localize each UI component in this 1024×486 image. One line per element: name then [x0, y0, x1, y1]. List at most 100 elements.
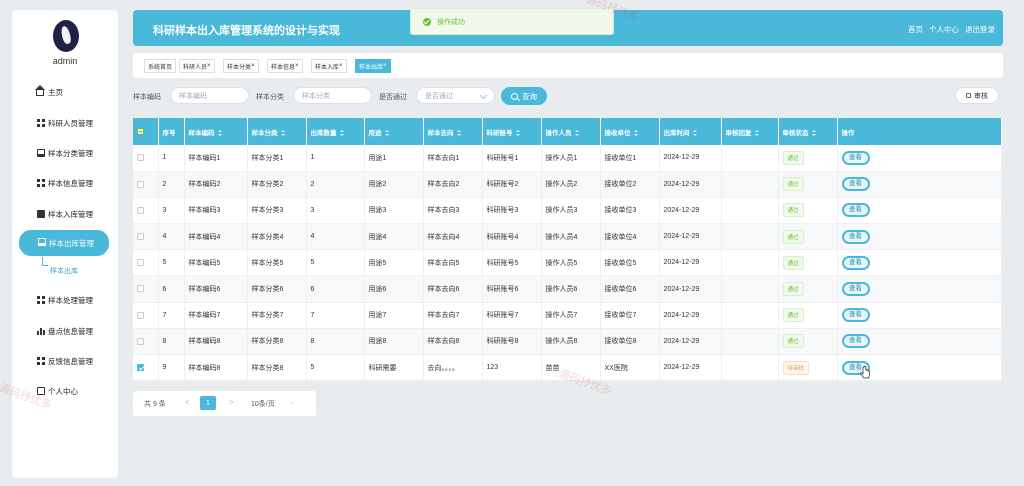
table-row[interactable]: 1 样本编码1 样本分类1 1 用途1 样本去向1 科研账号1 操作人员1 接收单位1 2024-… — [133, 145, 1002, 172]
row-checkbox[interactable] — [137, 363, 144, 371]
sort-icon[interactable] — [811, 129, 816, 136]
view-button[interactable]: 查看 — [841, 255, 870, 270]
prev-page-icon[interactable]: < — [185, 398, 190, 407]
row-select[interactable] — [133, 354, 159, 382]
sort-icon[interactable] — [633, 129, 638, 136]
table-row[interactable]: 6 样本编码6 样本分类6 6 用途6 样本去向6 科研账号6 操作人员6 接收单位6 2024-… — [133, 275, 1002, 303]
tab-inbound[interactable]: 样本入库 × — [311, 59, 347, 73]
row-checkbox[interactable] — [137, 337, 144, 345]
row-checkbox[interactable] — [137, 259, 144, 267]
close-icon[interactable]: × — [383, 63, 387, 69]
row-checkbox[interactable] — [137, 206, 144, 214]
sort-icon[interactable] — [217, 129, 222, 136]
table-row[interactable]: 7 样本编码7 样本分类7 7 用途7 样本去向7 科研账号7 操作人员7 接收单位7 2024-… — [133, 302, 1002, 329]
table-row[interactable]: 3 样本编码3 样本分类3 3 用途3 样本去向3 科研账号3 操作人员3 接收单位3 2024-… — [133, 197, 1002, 225]
next-page-icon[interactable]: > — [229, 398, 234, 407]
logout-link[interactable]: 退出登录 — [965, 24, 995, 35]
column-header[interactable]: 科研账号 — [482, 118, 542, 145]
row-select[interactable] — [133, 171, 159, 198]
select-all-checkbox[interactable] — [137, 127, 144, 135]
view-button[interactable]: 查看 — [841, 150, 870, 165]
code-input[interactable]: 样本编码 — [170, 87, 249, 104]
sort-icon[interactable] — [574, 129, 579, 136]
row-select[interactable] — [133, 302, 159, 329]
pass-select-value: 是否通过 — [425, 92, 453, 100]
column-header[interactable]: 出库数量 — [306, 118, 365, 145]
table-row[interactable]: 4 样本编码4 样本分类4 4 用途4 样本去向4 科研账号4 操作人员4 接收单位4 2024-… — [133, 223, 1002, 251]
table-row[interactable]: 2 样本编码2 样本分类2 2 用途2 样本去向2 科研账号2 操作人员2 接收单位2 2024-… — [133, 171, 1002, 198]
select-all[interactable] — [133, 118, 159, 145]
table-row[interactable]: 9 样本编码8 样本分类8 5 科研需要 去向。。。。 123 苗苗 XX医院 2024-12-2… — [133, 354, 1002, 382]
sidebar-item-inbound[interactable]: 样本入库管理 — [18, 202, 110, 226]
column-header[interactable]: 样本编码 — [184, 118, 248, 145]
table-row[interactable]: 8 样本编码8 样本分类8 8 用途8 样本去向8 科研账号8 操作人员8 接收单位8 2024-… — [133, 328, 1002, 356]
column-header[interactable]: 操作人员 — [541, 118, 601, 145]
row-select[interactable] — [133, 197, 159, 225]
sort-icon[interactable] — [515, 129, 520, 136]
sidebar-item-home[interactable]: 主页 — [18, 80, 110, 104]
sort-icon[interactable] — [754, 129, 759, 136]
row-checkbox[interactable] — [137, 311, 144, 319]
column-header[interactable]: 审核回复 — [721, 118, 779, 145]
row-checkbox[interactable] — [137, 285, 144, 293]
sort-icon[interactable] — [692, 129, 697, 136]
sidebar-item-category[interactable]: 样本分类管理 — [18, 141, 110, 165]
cell-code: 样本编码7 — [184, 302, 248, 329]
column-header[interactable]: 接收单位 — [600, 118, 660, 145]
row-checkbox[interactable] — [137, 154, 144, 162]
view-button[interactable]: 查看 — [841, 203, 870, 218]
close-icon[interactable]: × — [251, 63, 255, 69]
cell-use: 用途1 — [364, 145, 424, 172]
view-button[interactable]: 查看 — [841, 282, 870, 297]
chevron-down-icon[interactable]: ⌄ — [289, 399, 294, 406]
sidebar-item-processing[interactable]: 样本处理管理 — [18, 288, 110, 312]
tab-researcher[interactable]: 科研人员 × — [179, 59, 215, 73]
close-icon[interactable]: × — [207, 63, 211, 69]
sidebar-item-profile[interactable]: 个人中心 — [18, 379, 110, 403]
sidebar-item-feedback[interactable]: 反馈信息管理 — [18, 349, 110, 373]
row-checkbox[interactable] — [137, 180, 144, 188]
sidebar-item-researcher[interactable]: 科研人员管理 — [18, 111, 110, 135]
close-icon[interactable]: × — [339, 63, 343, 69]
cell-op: 操作人员4 — [541, 223, 601, 251]
pass-select[interactable]: 是否通过 — [416, 87, 495, 104]
row-select[interactable] — [133, 145, 159, 172]
sidebar-item-inventory[interactable]: 盘点信息管理 — [18, 319, 110, 343]
column-header[interactable]: 用途 — [364, 118, 424, 145]
sort-icon[interactable] — [280, 129, 285, 136]
tab-home[interactable]: 系统首页 — [144, 59, 177, 73]
view-button[interactable]: 查看 — [841, 229, 870, 244]
tab-outbound[interactable]: 样本出库 × — [355, 59, 391, 73]
profile-link[interactable]: 个人中心 — [929, 24, 959, 35]
page-size-select[interactable]: 10条/页 — [251, 399, 275, 409]
column-header[interactable]: 样本去向 — [423, 118, 483, 145]
close-icon[interactable]: × — [295, 63, 299, 69]
tab-sample-info[interactable]: 样本信息 × — [267, 59, 303, 73]
row-select[interactable] — [133, 328, 159, 356]
tab-category[interactable]: 样本分类 × — [223, 59, 259, 73]
query-button[interactable]: 查询 — [501, 87, 547, 105]
view-button[interactable]: 查看 — [841, 177, 870, 192]
sidebar-item-outbound[interactable]: 样本出库管理 — [19, 230, 109, 256]
row-select[interactable] — [133, 223, 159, 251]
current-page[interactable]: 1 — [200, 396, 216, 410]
sort-icon[interactable] — [456, 129, 461, 136]
view-button[interactable]: 查看 — [841, 334, 870, 349]
column-header[interactable]: 审核状态 — [778, 118, 838, 145]
sidebar-subitem-outbound[interactable]: 样本出库 — [50, 266, 78, 276]
home-link[interactable]: 首页 — [908, 24, 923, 35]
row-select[interactable] — [133, 275, 159, 303]
audit-button[interactable]: 审核 — [955, 87, 999, 104]
column-header[interactable]: 样本分类 — [247, 118, 307, 145]
row-checkbox[interactable] — [137, 232, 144, 240]
sort-icon[interactable] — [339, 129, 344, 136]
category-input[interactable]: 样本分类 — [293, 87, 372, 104]
avatar[interactable] — [53, 20, 79, 52]
sort-icon[interactable] — [384, 129, 389, 136]
table-row[interactable]: 5 样本编码5 样本分类5 5 用途5 样本去向5 科研账号5 操作人员5 接收单位5 2024-… — [133, 249, 1002, 277]
column-header[interactable]: 出库时间 — [659, 118, 722, 145]
row-select[interactable] — [133, 249, 159, 277]
cell-use: 用途2 — [364, 171, 424, 198]
view-button[interactable]: 查看 — [841, 308, 870, 323]
sidebar-item-sample-info[interactable]: 样本信息管理 — [18, 171, 110, 195]
